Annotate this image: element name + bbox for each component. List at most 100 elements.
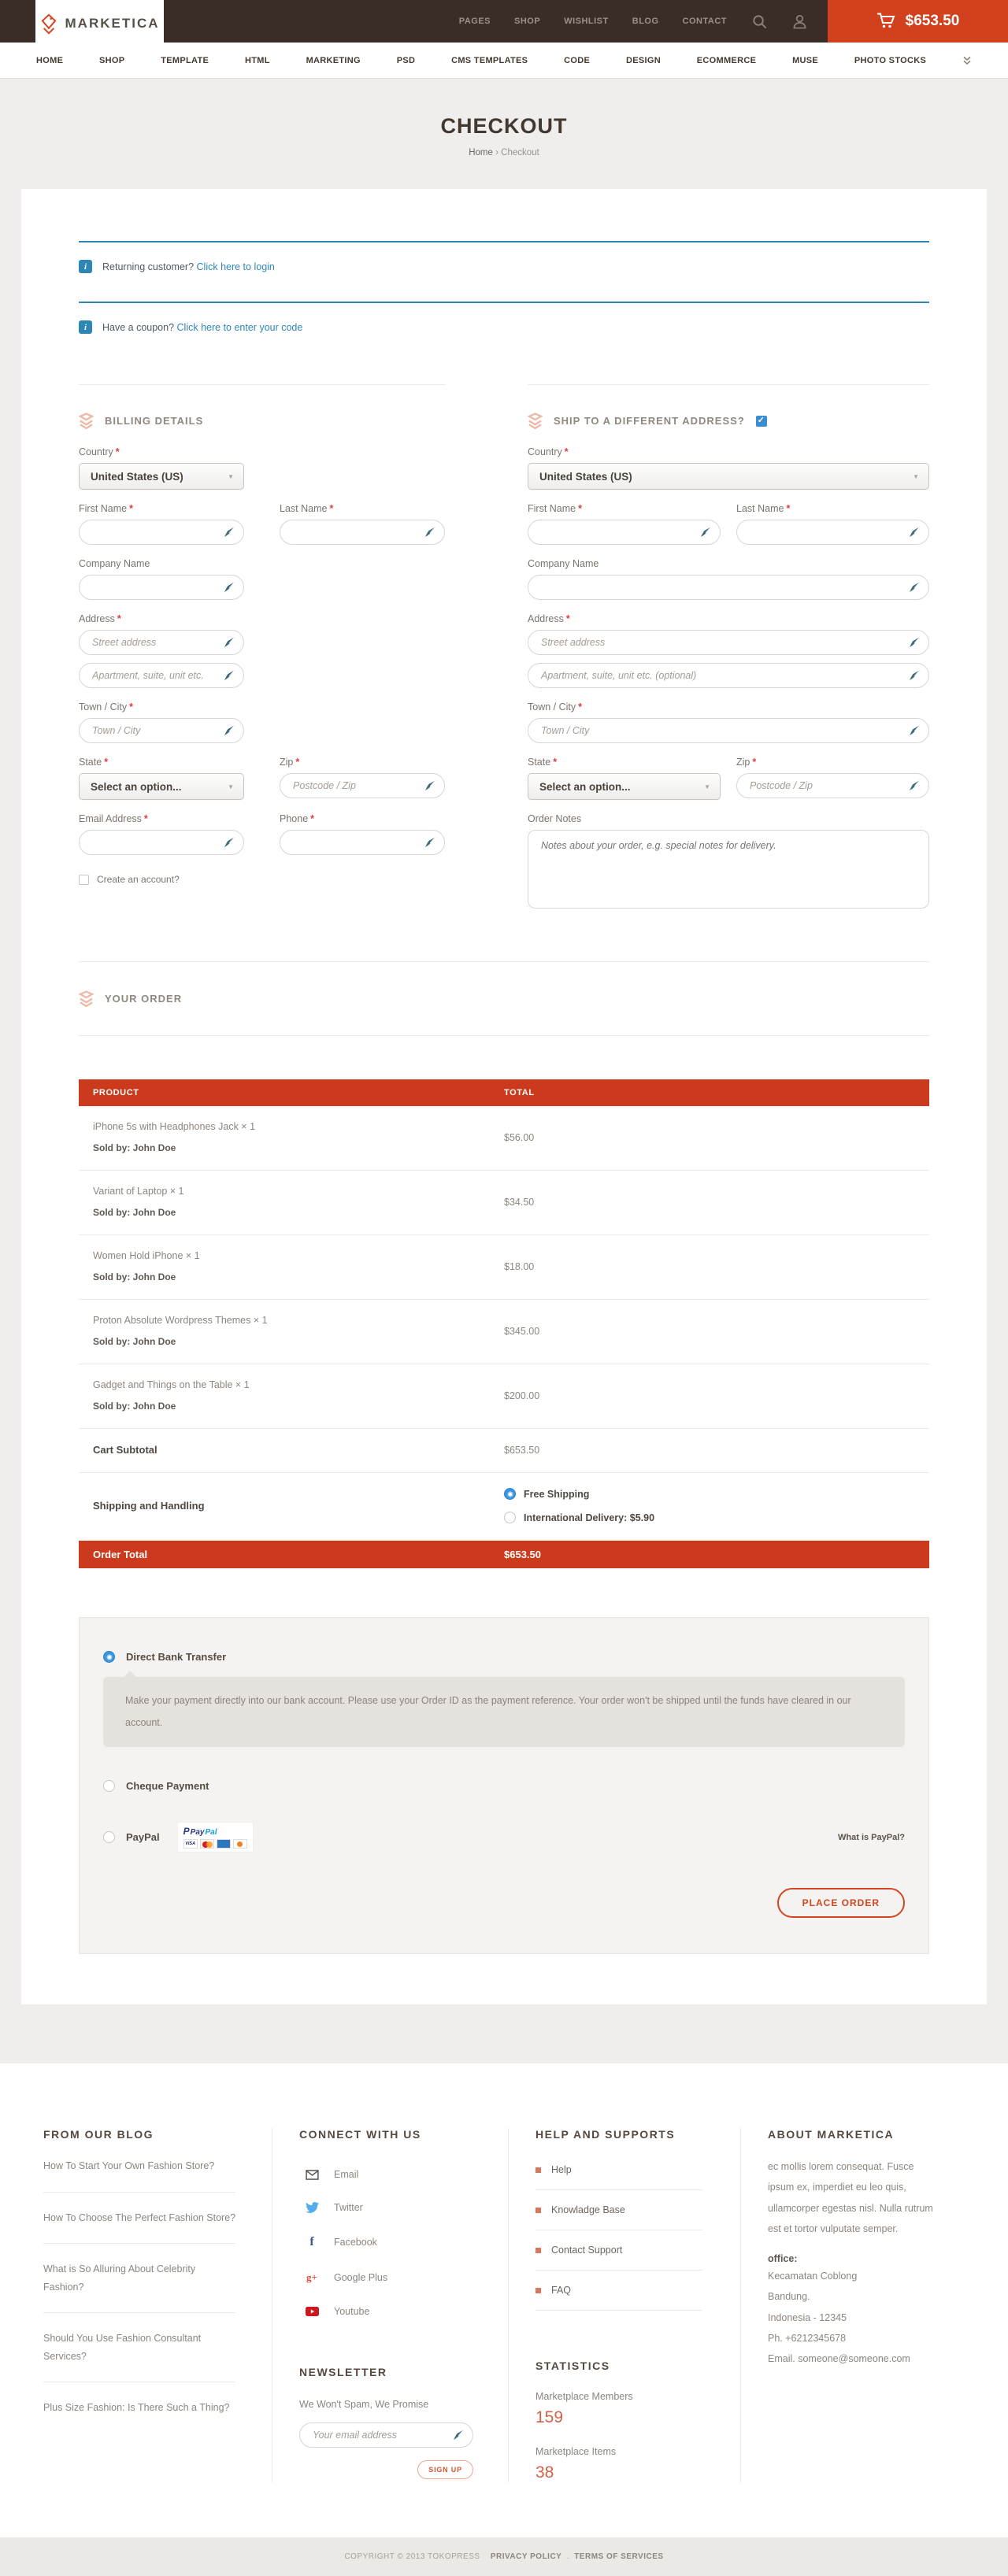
connect-google-plus-link[interactable]: g+ Google Plus [299, 2260, 484, 2295]
subnav-ecommerce[interactable]: ECOMMERCE [697, 56, 756, 65]
stat-items-value: 38 [536, 2463, 717, 2482]
blog-post-link[interactable]: Should You Use Fashion Consultant Servic… [43, 2313, 235, 2382]
stat-members-label: Marketplace Members [536, 2391, 717, 2402]
subnav-marketing[interactable]: MARKETING [306, 56, 361, 65]
shipping-option-label: Free Shipping [524, 1489, 589, 1500]
pen-icon [909, 636, 921, 648]
blog-post-link[interactable]: Plus Size Fashion: Is There Such a Thing… [43, 2382, 235, 2434]
youtube-icon [306, 2307, 319, 2316]
connect-twitter-link[interactable]: Twitter [299, 2191, 484, 2224]
shipto-country-value: United States (US) [539, 471, 632, 483]
connect-facebook-link[interactable]: f Facebook [299, 2224, 484, 2260]
radio-icon[interactable] [103, 1831, 115, 1843]
shipto-country-select[interactable]: United States (US) ▼ [528, 463, 929, 490]
radio-icon[interactable] [504, 1512, 516, 1523]
billing-zip-label: Zip* [280, 757, 445, 768]
blog-post-link[interactable]: What is So Alluring About Celebrity Fash… [43, 2244, 235, 2313]
subnav-template[interactable]: TEMPLATE [161, 56, 209, 65]
shipto-zip-input[interactable] [736, 773, 929, 798]
brand-logo[interactable]: MARKETICA [35, 0, 164, 47]
shipto-apartment-input[interactable] [528, 663, 929, 688]
shipto-street-input[interactable] [528, 630, 929, 655]
radio-selected-icon[interactable] [103, 1651, 115, 1663]
blog-post-link[interactable]: How To Start Your Own Fashion Store? [43, 2141, 235, 2193]
shipping-option-international[interactable]: International Delivery: $5.90 [504, 1512, 915, 1523]
user-account-icon[interactable] [792, 14, 807, 29]
help-link[interactable]: Help [536, 2150, 702, 2190]
what-is-paypal-link[interactable]: What is PayPal? [838, 1833, 905, 1842]
billing-state-select[interactable]: Select an option... ▼ [79, 773, 244, 800]
place-order-button[interactable]: PLACE ORDER [777, 1888, 905, 1918]
pen-icon [909, 581, 921, 593]
connect-youtube-link[interactable]: Youtube [299, 2295, 484, 2328]
billing-phone-input[interactable] [280, 830, 445, 855]
section-chevrons-icon [528, 413, 543, 429]
shipto-first-name-input[interactable] [528, 520, 721, 545]
billing-zip-input[interactable] [280, 773, 445, 798]
shipto-section-head: SHIP TO A DIFFERENT ADDRESS? [528, 384, 929, 433]
breadcrumb-separator: › [495, 148, 498, 157]
billing-apartment-input[interactable] [79, 663, 244, 688]
billing-last-name-input[interactable] [280, 520, 445, 545]
connect-email-link[interactable]: Email [299, 2158, 484, 2191]
cart-button[interactable]: $653.50 [828, 0, 1008, 43]
select-arrow-icon: ▼ [913, 473, 919, 480]
terms-link[interactable]: TERMS OF SERVICES [574, 2552, 663, 2561]
radio-icon[interactable] [103, 1780, 115, 1792]
coupon-notice-prefix: Have a coupon? [102, 322, 174, 333]
payment-method-cheque[interactable]: Cheque Payment [103, 1780, 905, 1792]
privacy-policy-link[interactable]: PRIVACY POLICY [491, 2552, 562, 2561]
billing-first-name-input[interactable] [79, 520, 244, 545]
order-notes-textarea[interactable] [528, 830, 929, 909]
coupon-link[interactable]: Click here to enter your code [177, 322, 303, 333]
more-chevron-down-icon[interactable] [962, 56, 972, 65]
shipto-town-input[interactable] [528, 718, 929, 743]
subnav-cms-templates[interactable]: CMS TEMPLATES [451, 56, 528, 65]
billing-street-input[interactable] [79, 630, 244, 655]
login-notice-prefix: Returning customer? [102, 261, 194, 272]
nav-shop[interactable]: SHOP [514, 17, 540, 26]
shipto-company-input[interactable] [528, 575, 929, 600]
billing-company-input[interactable] [79, 575, 244, 600]
subnav-home[interactable]: HOME [36, 56, 63, 65]
help-link[interactable]: Contact Support [536, 2230, 702, 2271]
nav-pages[interactable]: PAGES [459, 17, 491, 26]
newsletter-signup-button[interactable]: SIGN UP [417, 2460, 473, 2479]
newsletter-email-input[interactable] [299, 2422, 473, 2448]
shipto-state-select[interactable]: Select an option... ▼ [528, 773, 721, 800]
subnav-muse[interactable]: MUSE [792, 56, 818, 65]
login-link[interactable]: Click here to login [197, 261, 275, 272]
blog-post-link[interactable]: How To Choose The Perfect Fashion Store? [43, 2193, 235, 2245]
address-line: Indonesia - 12345 [768, 2308, 949, 2328]
radio-selected-icon[interactable] [504, 1488, 516, 1500]
payment-method-bank[interactable]: Direct Bank Transfer [103, 1651, 905, 1663]
payment-cheque-label: Cheque Payment [126, 1780, 209, 1792]
help-link[interactable]: Knowladge Base [536, 2190, 702, 2230]
create-account-row: Create an account? [79, 874, 445, 885]
breadcrumb-home[interactable]: Home [469, 148, 493, 157]
subnav-photo-stocks[interactable]: PHOTO STOCKS [854, 56, 926, 65]
subnav-html[interactable]: HTML [245, 56, 270, 65]
create-account-label: Create an account? [97, 874, 180, 885]
billing-email-input[interactable] [79, 830, 244, 855]
create-account-checkbox[interactable] [79, 875, 89, 885]
shipto-last-name-input[interactable] [736, 520, 929, 545]
billing-last-name-label: Last Name* [280, 503, 445, 514]
subnav-psd[interactable]: PSD [397, 56, 416, 65]
subnav-code[interactable]: CODE [564, 56, 590, 65]
nav-blog[interactable]: BLOG [632, 17, 659, 26]
nav-contact[interactable]: CONTACT [683, 17, 727, 26]
product-total: $200.00 [504, 1390, 915, 1401]
shipping-option-free[interactable]: Free Shipping [504, 1488, 915, 1500]
help-link[interactable]: FAQ [536, 2271, 702, 2311]
payment-method-paypal[interactable]: PayPal P Pay Pal VISA What is PayPal? [103, 1822, 905, 1852]
subnav-shop[interactable]: SHOP [99, 56, 124, 65]
billing-country-select[interactable]: United States (US) ▼ [79, 463, 244, 490]
billing-town-input[interactable] [79, 718, 244, 743]
pen-icon [224, 526, 235, 538]
nav-wishlist[interactable]: WISHLIST [564, 17, 609, 26]
shipto-checkbox[interactable] [756, 416, 767, 427]
address-line: Kecamatan Coblong [768, 2266, 949, 2286]
search-icon[interactable] [752, 14, 767, 29]
subnav-design[interactable]: DESIGN [626, 56, 661, 65]
